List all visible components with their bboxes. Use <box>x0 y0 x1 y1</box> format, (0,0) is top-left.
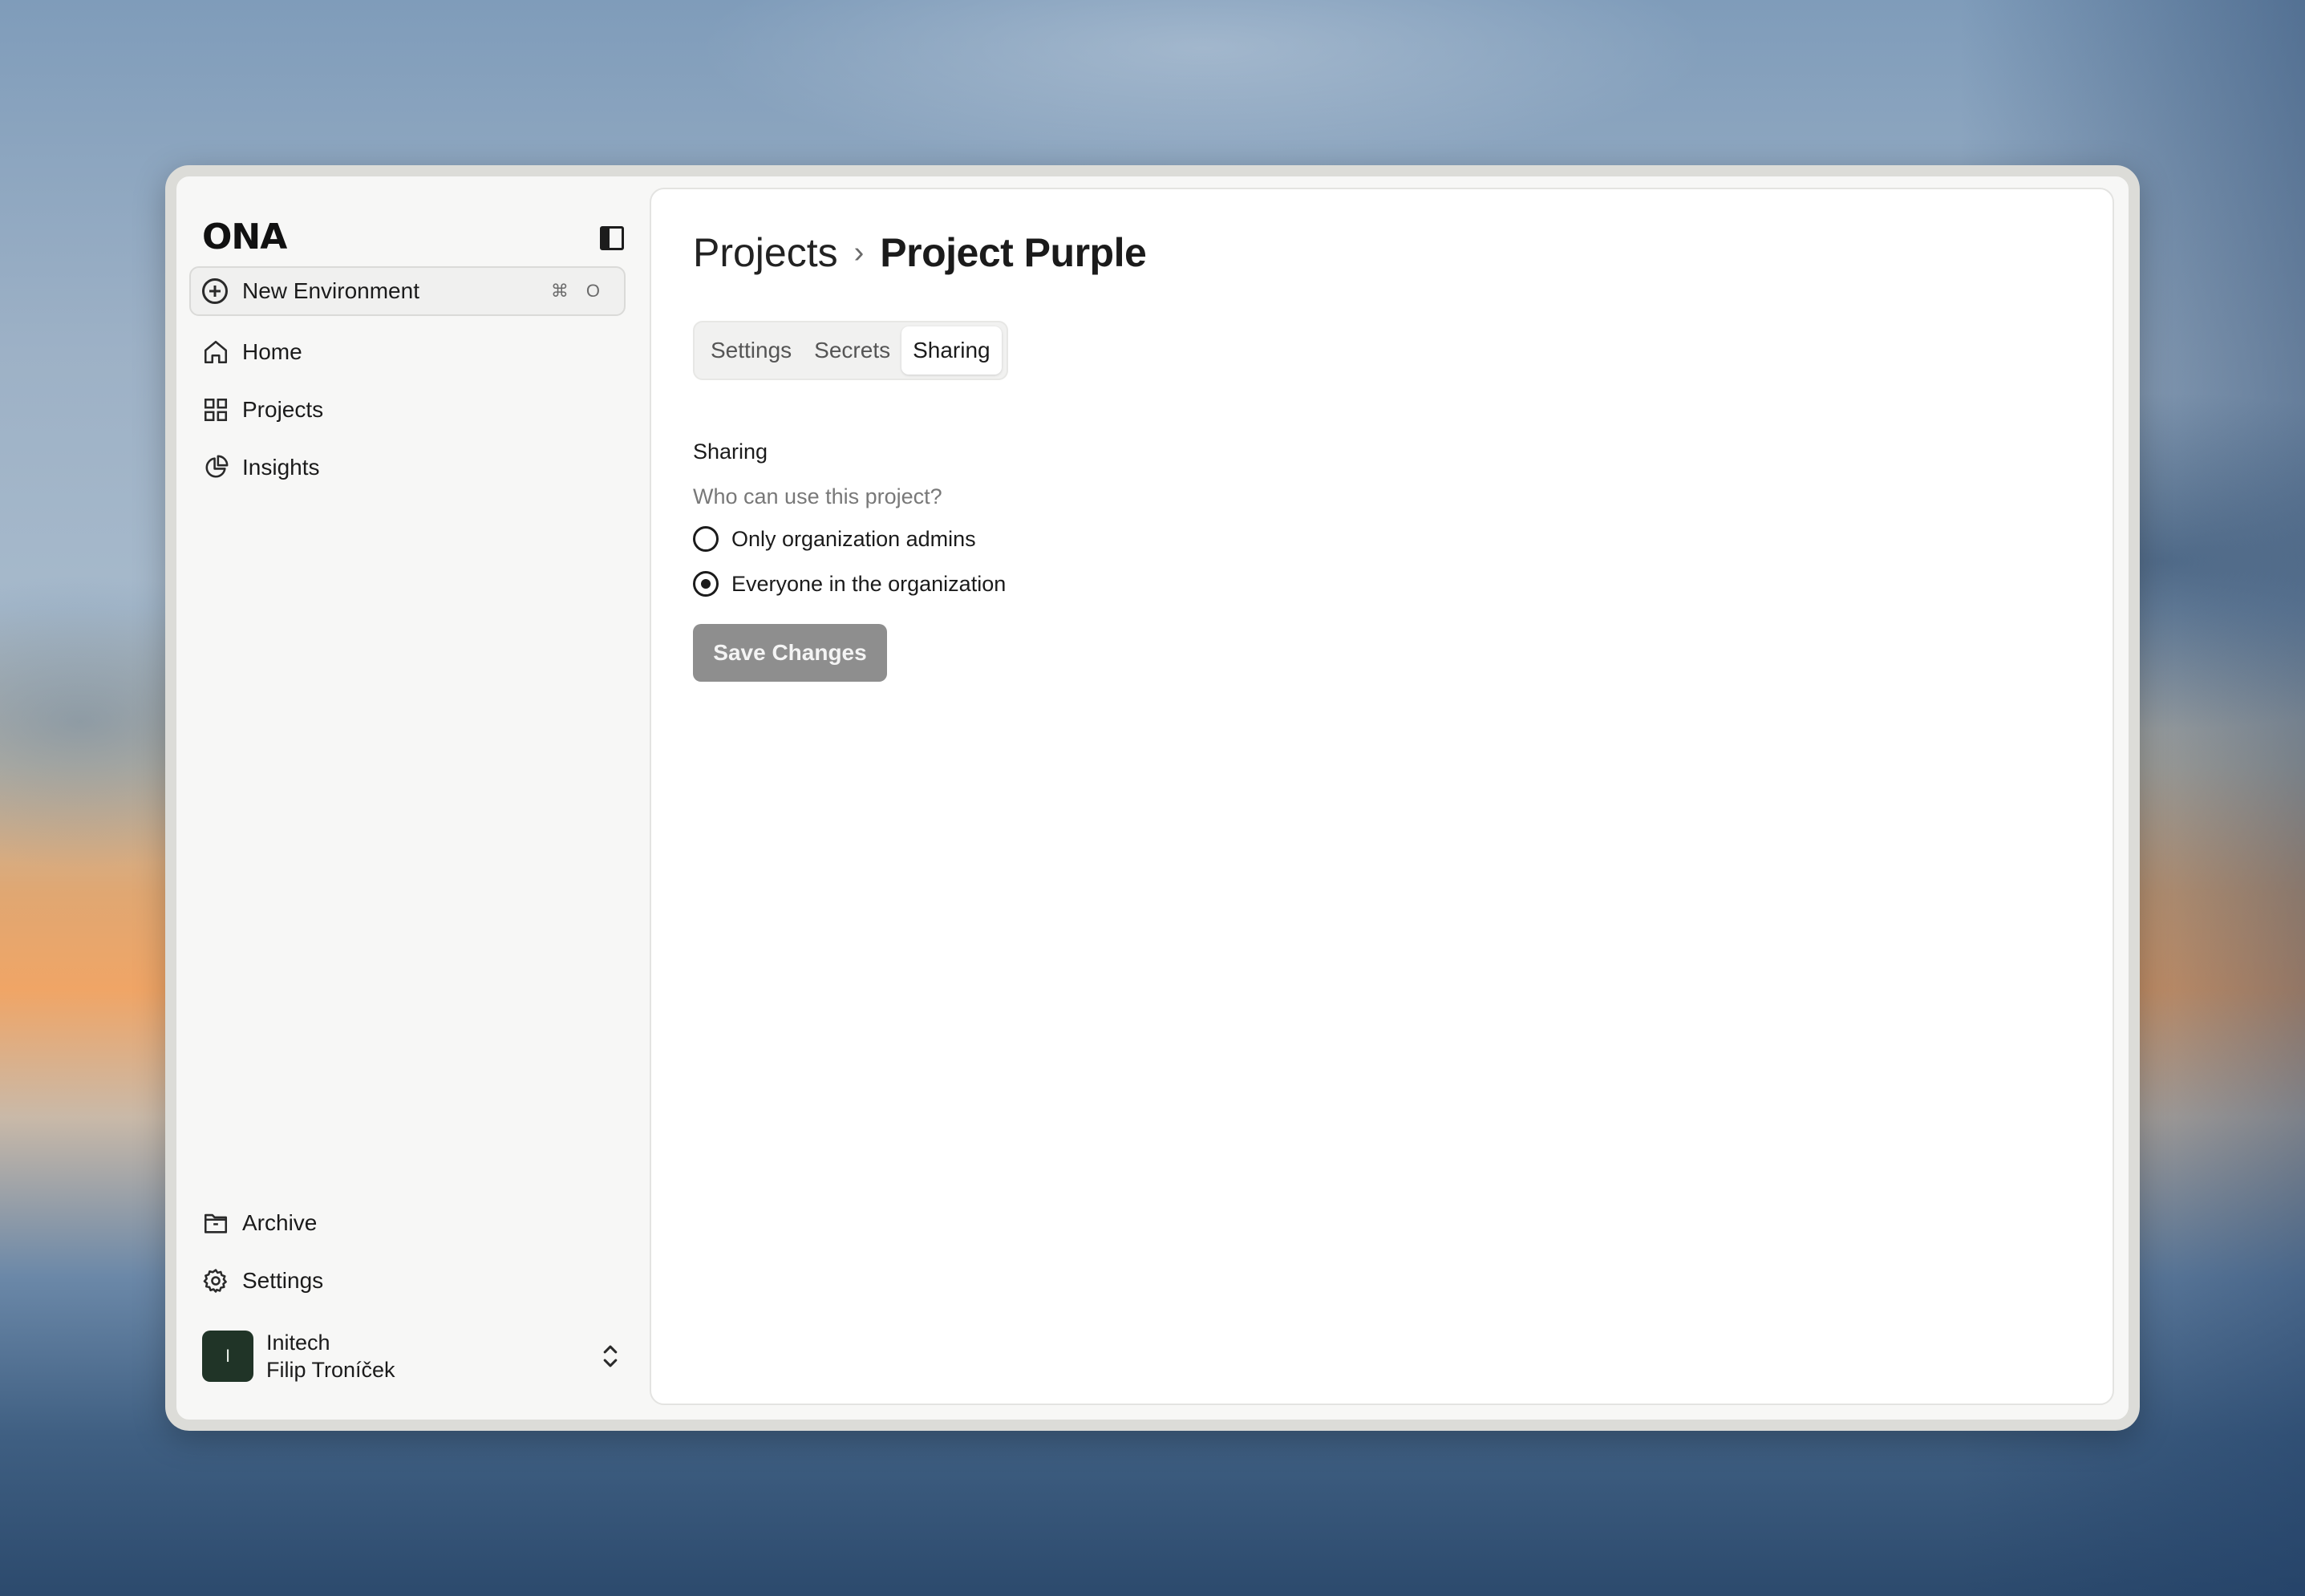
archive-folder-icon <box>202 1209 229 1237</box>
pie-chart-icon <box>202 454 229 481</box>
gear-icon <box>202 1267 229 1294</box>
sidebar-item-label: Archive <box>242 1210 318 1235</box>
command-key: ⌘ <box>550 281 569 301</box>
organization-name: Initech <box>266 1331 330 1355</box>
plus-circle-icon <box>202 278 228 304</box>
sharing-question: Who can use this project? <box>693 484 942 508</box>
keyboard-shortcut: ⌘ O <box>551 281 600 302</box>
avatar: I <box>202 1331 253 1382</box>
page-title: Project Purple <box>880 230 1147 275</box>
user-name: Filip Troníček <box>266 1358 395 1382</box>
ona-logo: ONA <box>202 217 287 257</box>
radio-label: Everyone in the organization <box>731 571 1007 596</box>
radio-checked-icon[interactable] <box>693 571 719 597</box>
account-switcher[interactable]: I Initech Filip Troníček <box>202 1328 626 1384</box>
radio-unchecked-icon[interactable] <box>693 526 719 552</box>
sidebar-item-projects[interactable]: Projects <box>202 390 323 430</box>
sidebar-item-label: Settings <box>242 1268 324 1293</box>
app-window: ONA New Environment ⌘ O Home Projects In… <box>165 165 2140 1431</box>
chevron-up-down-icon <box>603 1345 618 1367</box>
tab-secrets[interactable]: Secrets <box>803 326 901 375</box>
breadcrumb: Projects › Project Purple <box>693 229 1147 276</box>
new-environment-label: New Environment <box>242 278 419 303</box>
radio-option-everyone[interactable]: Everyone in the organization <box>693 571 1006 597</box>
sidebar-toggle-icon[interactable] <box>600 226 624 250</box>
sidebar-item-settings[interactable]: Settings <box>202 1261 323 1301</box>
shortcut-letter: O <box>585 281 600 301</box>
sidebar-item-archive[interactable]: Archive <box>202 1203 317 1243</box>
new-environment-button[interactable]: New Environment ⌘ O <box>189 266 626 316</box>
radio-option-admins[interactable]: Only organization admins <box>693 526 976 552</box>
sidebar-item-label: Home <box>242 339 302 364</box>
chevron-right-icon: › <box>853 235 865 269</box>
sidebar: ONA New Environment ⌘ O Home Projects In… <box>176 176 650 1420</box>
tab-bar: Settings Secrets Sharing <box>693 321 1008 380</box>
home-icon <box>202 338 229 366</box>
sidebar-item-label: Projects <box>242 397 324 422</box>
save-changes-button[interactable]: Save Changes <box>693 624 887 682</box>
tab-sharing[interactable]: Sharing <box>901 326 1002 375</box>
sidebar-item-label: Insights <box>242 455 320 480</box>
main-panel: Projects › Project Purple Settings Secre… <box>650 188 2114 1405</box>
sidebar-item-insights[interactable]: Insights <box>202 448 320 488</box>
tab-settings[interactable]: Settings <box>699 326 803 375</box>
section-title: Sharing <box>693 440 768 464</box>
breadcrumb-projects-link[interactable]: Projects <box>693 229 838 276</box>
radio-label: Only organization admins <box>731 526 976 551</box>
grid-icon <box>202 396 229 423</box>
sidebar-item-home[interactable]: Home <box>202 332 302 372</box>
account-names: Initech Filip Troníček <box>266 1329 395 1383</box>
